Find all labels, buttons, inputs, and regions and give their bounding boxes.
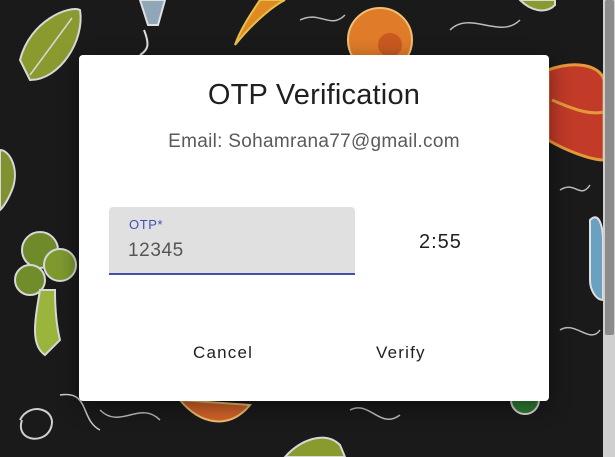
otp-input[interactable] xyxy=(128,237,338,265)
cancel-button[interactable]: Cancel xyxy=(183,337,263,369)
scrollbar-thumb[interactable] xyxy=(605,0,614,335)
bottle-icon xyxy=(589,216,604,302)
leaf-icon xyxy=(18,8,82,82)
bottle-icon xyxy=(138,0,167,56)
otp-field[interactable]: OTP* xyxy=(109,207,355,275)
otp-verification-dialog: OTP Verification Email: Sohamrana77@gmai… xyxy=(79,55,549,401)
countdown-timer: 2:55 xyxy=(419,231,462,253)
otp-field-label: OTP* xyxy=(129,217,164,232)
carrot-icon xyxy=(234,0,286,46)
broccoli-icon xyxy=(14,231,77,357)
leaf-icon xyxy=(283,436,347,457)
leaf-icon xyxy=(0,148,16,212)
verify-button[interactable]: Verify xyxy=(366,337,436,369)
dialog-title: OTP Verification xyxy=(207,79,421,111)
swirl-icon xyxy=(19,393,101,440)
leaf-icon xyxy=(518,0,556,12)
peach-icon xyxy=(177,398,252,423)
email-text: Email: Sohamrana77@gmail.com xyxy=(168,131,460,152)
tomato-icon xyxy=(546,63,606,162)
page-scrollbar[interactable] xyxy=(603,0,615,457)
